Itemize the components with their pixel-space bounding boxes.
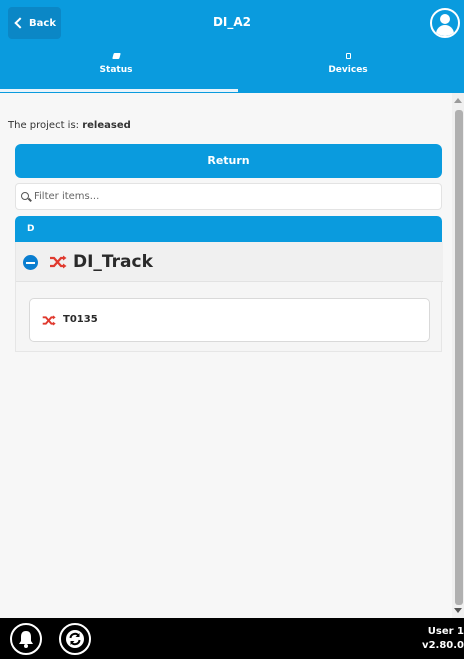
app-header: Back DI_A2 Status Devices xyxy=(0,0,464,93)
sync-icon xyxy=(66,630,84,648)
current-user: User 1 xyxy=(427,626,464,637)
active-tab-indicator xyxy=(0,89,238,92)
notifications-button[interactable] xyxy=(10,623,42,655)
collapse-icon[interactable] xyxy=(23,255,38,270)
project-status: The project is: released xyxy=(8,120,131,131)
child-name: T0135 xyxy=(63,314,98,325)
shuffle-icon xyxy=(42,315,56,326)
page-title: DI_A2 xyxy=(212,15,252,29)
search-icon xyxy=(21,192,29,200)
project-status-prefix: The project is: xyxy=(8,120,80,131)
app-footer: User 1 v2.80.0 xyxy=(0,618,464,659)
item-name: DI_Track xyxy=(73,252,153,272)
filter-input[interactable] xyxy=(34,184,434,209)
list-item[interactable]: DI_Track xyxy=(16,242,443,282)
footer-info: User 1 v2.80.0 xyxy=(422,625,464,653)
scroll-up-arrow[interactable] xyxy=(454,98,462,103)
devices-icon xyxy=(345,53,351,59)
app-version: v2.80.0 xyxy=(422,640,464,651)
project-status-value: released xyxy=(82,120,131,131)
tab-status[interactable]: Status xyxy=(0,53,232,93)
scrollbar-thumb[interactable] xyxy=(455,110,463,605)
tab-status-label: Status xyxy=(99,65,133,75)
filter-box xyxy=(15,183,442,210)
device-group: D DI_Track T0135 xyxy=(15,216,443,451)
group-header: D xyxy=(15,216,442,242)
child-card[interactable]: T0135 xyxy=(29,298,430,342)
sync-button[interactable] xyxy=(59,623,91,655)
scroll-down-arrow[interactable] xyxy=(454,608,462,613)
main-content: The project is: released Return D DI_Tra… xyxy=(0,93,452,618)
return-button[interactable]: Return xyxy=(15,144,442,178)
user-account-icon[interactable] xyxy=(430,8,460,38)
shuffle-icon xyxy=(50,255,67,269)
bell-icon xyxy=(19,631,33,648)
status-icon xyxy=(111,53,121,59)
group-body: DI_Track T0135 xyxy=(15,242,443,352)
tab-devices[interactable]: Devices xyxy=(232,53,464,93)
tab-devices-label: Devices xyxy=(328,65,368,75)
